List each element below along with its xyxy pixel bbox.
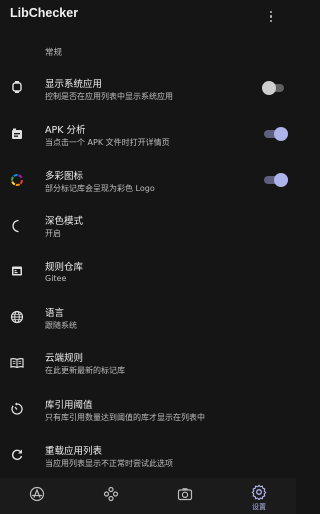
setting-title: 规则仓库: [45, 262, 84, 273]
setting-title: 深色模式: [45, 216, 84, 227]
book-icon: [10, 356, 24, 370]
repository-icon: [10, 264, 24, 278]
setting-subtitle: 跟随系统: [45, 321, 77, 330]
setting-subtitle: 部分标记库会呈现为彩色 Logo: [45, 184, 155, 193]
moon-icon: [10, 219, 24, 233]
setting-library-threshold[interactable]: 库引用阈值 只有库引用数量达到阈值的库才显示在列表中: [0, 397, 296, 437]
setting-title: APK 分析: [45, 125, 86, 136]
setting-cloud-rules[interactable]: 云端规则 在此更新最新的标记库: [0, 350, 296, 390]
setting-title: 库引用阈值: [45, 400, 93, 411]
threshold-icon: [10, 402, 24, 416]
globe-icon: [10, 310, 24, 324]
bottom-navigation: 设置: [0, 478, 296, 514]
settings-gear-icon: [251, 484, 267, 500]
setting-rule-repository[interactable]: 规则仓库 Gitee: [0, 259, 296, 299]
nav-statistics[interactable]: [74, 478, 148, 514]
setting-title: 语言: [45, 308, 65, 319]
nav-apps[interactable]: [0, 478, 74, 514]
setting-title: 显示系统应用: [45, 79, 103, 90]
setting-subtitle: 控制是否在应用列表中显示系统应用: [45, 92, 173, 101]
setting-colorful-icons[interactable]: 多彩图标 部分标记库会呈现为彩色 Logo: [0, 168, 296, 208]
apk-file-icon: [10, 127, 24, 141]
android-icon: [10, 80, 24, 94]
statistics-icon: [103, 486, 119, 502]
setting-subtitle: Gitee: [45, 274, 67, 283]
setting-subtitle: 当点击一个 APK 文件时打开详情页: [45, 138, 170, 147]
section-title: 常规: [45, 48, 63, 58]
app-title: LibChecker: [10, 6, 79, 20]
setting-apk-analysis[interactable]: APK 分析 当点击一个 APK 文件时打开详情页: [0, 122, 296, 162]
reload-icon: [10, 448, 24, 462]
app-bar: LibChecker: [0, 0, 296, 30]
setting-title: 云端规则: [45, 353, 84, 364]
setting-title: 重载应用列表: [45, 446, 103, 457]
setting-show-system-apps[interactable]: 显示系统应用 控制是否在应用列表中显示系统应用: [0, 76, 296, 116]
colorful-icons-toggle[interactable]: [262, 173, 288, 187]
colorful-ring-icon: [10, 173, 24, 187]
setting-subtitle: 在此更新最新的标记库: [45, 366, 125, 375]
show-system-apps-toggle[interactable]: [262, 81, 288, 95]
apk-analysis-toggle[interactable]: [262, 127, 288, 141]
more-options-icon[interactable]: [270, 11, 274, 25]
setting-dark-mode[interactable]: 深色模式 开启: [0, 213, 296, 253]
nav-settings[interactable]: 设置: [222, 478, 296, 514]
apps-icon: [29, 486, 45, 502]
setting-subtitle: 开启: [45, 229, 61, 238]
snapshot-icon: [177, 486, 193, 502]
setting-title: 多彩图标: [45, 171, 84, 182]
nav-snapshot[interactable]: [148, 478, 222, 514]
setting-language[interactable]: 语言 跟随系统: [0, 305, 296, 345]
nav-label-settings: 设置: [252, 503, 266, 511]
setting-subtitle: 当应用列表显示不正常时尝试此选项: [45, 459, 173, 468]
setting-subtitle: 只有库引用数量达到阈值的库才显示在列表中: [45, 413, 205, 422]
setting-reload-app-list[interactable]: 重载应用列表 当应用列表显示不正常时尝试此选项: [0, 443, 296, 483]
